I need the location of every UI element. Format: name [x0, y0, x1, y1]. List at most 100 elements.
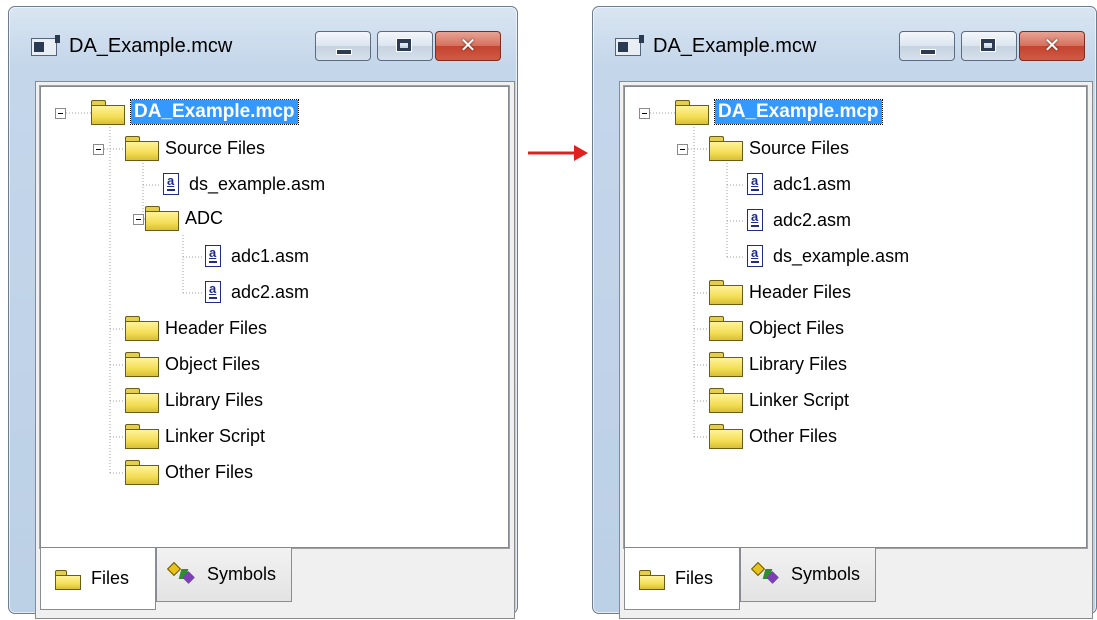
tree-item-project[interactable]: DA_Example.mcp: [91, 97, 299, 127]
folder-icon: [125, 136, 159, 161]
asm-file-icon: a: [163, 173, 179, 195]
tree-item-label: adc2.asm: [773, 209, 852, 230]
tree-item-label: adc1.asm: [231, 245, 310, 266]
tree-item-library-files[interactable]: Library Files: [709, 349, 847, 379]
folder-icon: [709, 388, 743, 413]
tree-item-label: DA_Example.mcp: [130, 99, 299, 125]
asm-file-icon: a: [205, 245, 221, 267]
tree-item-file[interactable]: a adc1.asm: [205, 241, 309, 271]
folder-icon: [709, 136, 743, 161]
folder-icon: [55, 569, 81, 590]
window-title: DA_Example.mcw: [653, 35, 817, 57]
collapse-toggle-source-files[interactable]: [93, 144, 104, 155]
tree-item-source-files[interactable]: Source Files: [125, 133, 265, 163]
minimize-button[interactable]: [899, 31, 955, 61]
tab-label: Files: [675, 568, 714, 588]
tree-item-header-files[interactable]: Header Files: [125, 313, 267, 343]
tree-item-label: Other Files: [749, 425, 838, 446]
tree-item-file[interactable]: a ds_example.asm: [747, 241, 909, 271]
maximize-button[interactable]: [961, 31, 1017, 61]
folder-icon: [125, 388, 159, 413]
folder-icon: [125, 460, 159, 485]
close-icon: ✕: [1043, 35, 1061, 57]
tree-item-label: ds_example.asm: [189, 173, 326, 194]
tree-item-file[interactable]: a adc2.asm: [205, 277, 309, 307]
tree-item-label: adc1.asm: [773, 173, 852, 194]
folder-icon: [709, 316, 743, 341]
title-bar[interactable]: DA_Example.mcw ✕: [593, 7, 1096, 77]
title-bar[interactable]: DA_Example.mcw ✕: [9, 7, 517, 77]
workspace-icon[interactable]: [31, 35, 60, 56]
tree-item-linker-script[interactable]: Linker Script: [709, 385, 849, 415]
tree-item-object-files[interactable]: Object Files: [709, 313, 844, 343]
tree-item-label: Source Files: [165, 137, 266, 158]
tree-item-label: ADC: [185, 207, 224, 228]
maximize-icon: [396, 38, 412, 52]
collapse-toggle-source-files[interactable]: [677, 144, 688, 155]
panel-tabs: Files Symbols: [624, 548, 1087, 614]
project-tree[interactable]: DA_Example.mcp Source Files a ds_example…: [39, 85, 510, 549]
symbols-icon: [750, 561, 781, 587]
tab-label: Symbols: [791, 564, 861, 584]
close-button[interactable]: ✕: [435, 31, 501, 61]
project-tree[interactable]: DA_Example.mcp Source Files a adc1.asm a…: [623, 85, 1088, 549]
maximize-icon: [980, 38, 996, 52]
tree-item-source-files[interactable]: Source Files: [709, 133, 849, 163]
tab-label: Files: [91, 568, 130, 588]
panel-tabs: Files Symbols: [40, 548, 509, 614]
tree-item-label: Header Files: [165, 317, 268, 338]
tree-item-library-files[interactable]: Library Files: [125, 385, 263, 415]
tree-item-other-files[interactable]: Other Files: [709, 421, 837, 451]
tree-item-label: Source Files: [749, 137, 850, 158]
tree-item-object-files[interactable]: Object Files: [125, 349, 260, 379]
folder-icon: [709, 424, 743, 449]
tree-item-adc[interactable]: ADC: [145, 203, 223, 233]
maximize-button[interactable]: [377, 31, 433, 61]
arrow-right-icon: [528, 145, 588, 161]
close-icon: ✕: [459, 35, 477, 57]
tree-item-label: Library Files: [165, 389, 264, 410]
folder-icon: [145, 206, 179, 231]
workspace-window-before: DA_Example.mcw ✕ DA_Example.mcp Source F…: [8, 6, 518, 619]
asm-file-icon: a: [205, 281, 221, 303]
tree-item-file[interactable]: a adc2.asm: [747, 205, 851, 235]
asm-file-icon: a: [747, 209, 763, 231]
tree-item-project[interactable]: DA_Example.mcp: [675, 97, 883, 127]
collapse-toggle-project[interactable]: [55, 108, 66, 119]
project-panel: DA_Example.mcp Source Files a ds_example…: [35, 81, 515, 619]
window-title: DA_Example.mcw: [69, 35, 233, 57]
workspace-icon[interactable]: [615, 35, 644, 56]
tab-files[interactable]: Files: [40, 548, 156, 610]
minimize-icon: [336, 49, 352, 55]
collapse-toggle-project[interactable]: [639, 108, 650, 119]
tree-connector-lines: [66, 112, 203, 474]
workspace-window-after: DA_Example.mcw ✕ DA_Example.mcp Source F…: [592, 6, 1097, 619]
folder-icon: [125, 424, 159, 449]
tree-item-file[interactable]: a ds_example.asm: [163, 169, 325, 199]
minimize-button[interactable]: [315, 31, 371, 61]
folder-icon: [639, 569, 665, 590]
tree-item-file[interactable]: a adc1.asm: [747, 169, 851, 199]
collapse-toggle-adc[interactable]: [133, 214, 144, 225]
tab-symbols[interactable]: Symbols: [740, 548, 876, 602]
tree-item-label: DA_Example.mcp: [714, 99, 883, 125]
project-panel: DA_Example.mcp Source Files a adc1.asm a…: [619, 81, 1093, 619]
tree-item-label: Other Files: [165, 461, 254, 482]
tree-item-other-files[interactable]: Other Files: [125, 457, 253, 487]
tab-symbols[interactable]: Symbols: [156, 548, 292, 602]
tab-files[interactable]: Files: [624, 548, 740, 610]
tree-item-label: adc2.asm: [231, 281, 310, 302]
tree-item-label: Header Files: [749, 281, 852, 302]
tree-item-label: Library Files: [749, 353, 848, 374]
tree-item-label: Object Files: [165, 353, 261, 374]
tree-connector-lines: [650, 112, 745, 438]
close-button[interactable]: ✕: [1019, 31, 1085, 61]
folder-icon: [91, 100, 125, 125]
symbols-icon: [166, 561, 197, 587]
tree-item-linker-script[interactable]: Linker Script: [125, 421, 265, 451]
folder-icon: [125, 352, 159, 377]
folder-icon: [125, 316, 159, 341]
folder-icon: [709, 352, 743, 377]
tree-item-header-files[interactable]: Header Files: [709, 277, 851, 307]
tree-item-label: Object Files: [749, 317, 845, 338]
